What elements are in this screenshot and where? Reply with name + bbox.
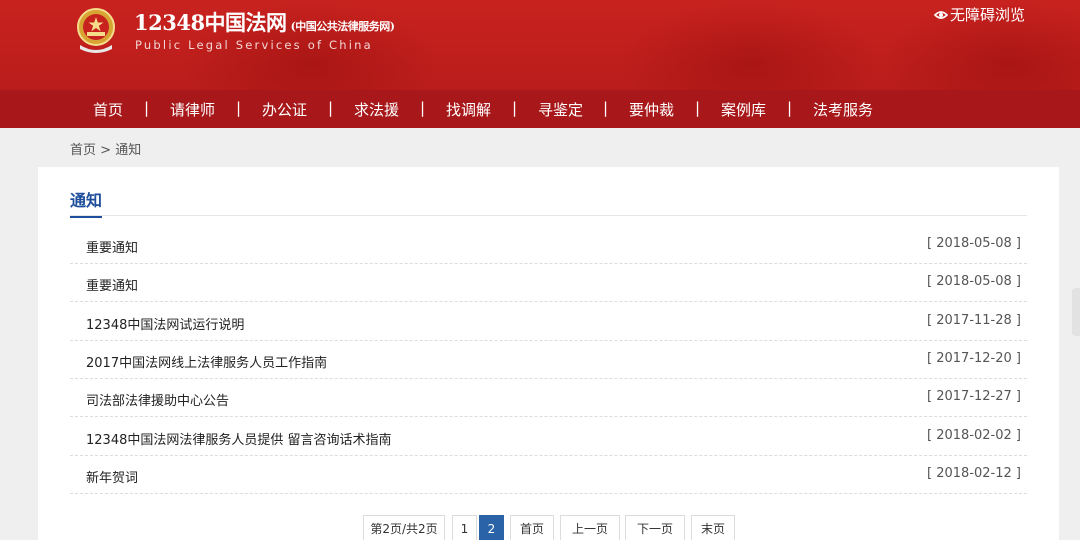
site-title-text: 12348中国法网 [134,10,287,35]
main-nav: 首页 | 请律师 | 办公证 | 求法援 | 找调解 | 寻鉴定 | 要仲裁 |… [0,90,1080,128]
nav-separator: | [328,99,334,117]
notice-title[interactable]: 2017中国法网线上法律服务人员工作指南 [86,352,327,371]
breadcrumb: 首页 > 通知 [70,139,141,158]
nav-item-mediation[interactable]: 找调解 [446,99,491,120]
notice-title[interactable]: 重要通知 [86,275,138,294]
nav-item-notary[interactable]: 办公证 [262,99,307,120]
list-item[interactable]: 重要通知 [ 2018-05-08 ] [70,226,1027,264]
notice-date: [ 2018-05-08 ] [927,236,1021,251]
nav-item-appraisal[interactable]: 寻鉴定 [538,99,583,120]
notice-date: [ 2017-12-27 ] [927,389,1021,404]
breadcrumb-home[interactable]: 首页 [70,143,96,158]
pagination-last-button[interactable]: 末页 [691,515,735,540]
list-item[interactable]: 12348中国法网法律服务人员提供 留言咨询话术指南 [ 2018-02-02 … [70,418,1027,456]
notice-title[interactable]: 新年贺词 [86,467,138,486]
notice-title[interactable]: 12348中国法网法律服务人员提供 留言咨询话术指南 [86,429,392,448]
nav-separator: | [236,99,242,117]
pagination-page-2[interactable]: 2 [479,515,504,540]
nav-item-case-library[interactable]: 案例库 [721,99,766,120]
header-watermark [620,0,880,90]
nav-separator: | [512,99,518,117]
site-header: 12348中国法网 (中国公共法律服务网) Public Legal Servic… [0,0,1080,90]
nav-item-exam-service[interactable]: 法考服务 [813,99,873,120]
nav-separator: | [603,99,609,117]
list-item[interactable]: 12348中国法网试运行说明 [ 2017-11-28 ] [70,303,1027,341]
nav-separator: | [787,99,793,117]
national-emblem-icon[interactable] [72,5,120,55]
site-title-en: Public Legal Services of China [135,38,373,52]
notice-date: [ 2018-05-08 ] [927,274,1021,289]
nav-item-lawyer[interactable]: 请律师 [170,99,215,120]
notice-title[interactable]: 司法部法律援助中心公告 [86,390,229,409]
accessibility-label: 无障碍浏览 [950,6,1026,24]
nav-item-home[interactable]: 首页 [93,99,123,120]
list-item[interactable]: 重要通知 [ 2018-05-08 ] [70,264,1027,302]
panel-title: 通知 [70,187,103,218]
site-subtitle: (中国公共法律服务网) [290,20,395,33]
breadcrumb-separator: > [100,143,112,158]
notice-date: [ 2017-11-28 ] [927,313,1021,328]
pagination-first-button[interactable]: 首页 [510,515,554,540]
notice-date: [ 2017-12-20 ] [927,351,1021,366]
notice-date: [ 2018-02-12 ] [927,466,1021,481]
site-title[interactable]: 12348中国法网 (中国公共法律服务网) [134,7,395,37]
accessibility-button[interactable]: 无障碍浏览 [934,4,1025,25]
side-edge-tab[interactable] [1072,288,1080,336]
pagination-prev-button[interactable]: 上一页 [560,515,620,540]
eye-icon [934,10,948,19]
notice-date: [ 2018-02-02 ] [927,428,1021,443]
breadcrumb-current: 通知 [115,143,142,158]
notice-panel: 通知 重要通知 [ 2018-05-08 ] 重要通知 [ 2018-05-08… [38,167,1059,540]
nav-separator: | [144,99,150,117]
notice-title[interactable]: 12348中国法网试运行说明 [86,314,244,333]
pagination-next-button[interactable]: 下一页 [625,515,685,540]
pagination-info: 第2页/共2页 [363,515,445,540]
list-item[interactable]: 2017中国法网线上法律服务人员工作指南 [ 2017-12-20 ] [70,341,1027,379]
nav-separator: | [420,99,426,117]
list-item[interactable]: 新年贺词 [ 2018-02-12 ] [70,456,1027,494]
list-item[interactable]: 司法部法律援助中心公告 [ 2017-12-27 ] [70,379,1027,417]
panel-divider [70,215,1027,216]
pagination-page-1[interactable]: 1 [452,515,477,540]
notice-title[interactable]: 重要通知 [86,237,138,256]
nav-separator: | [695,99,701,117]
nav-item-legal-aid[interactable]: 求法援 [354,99,399,120]
nav-item-arbitration[interactable]: 要仲裁 [629,99,674,120]
